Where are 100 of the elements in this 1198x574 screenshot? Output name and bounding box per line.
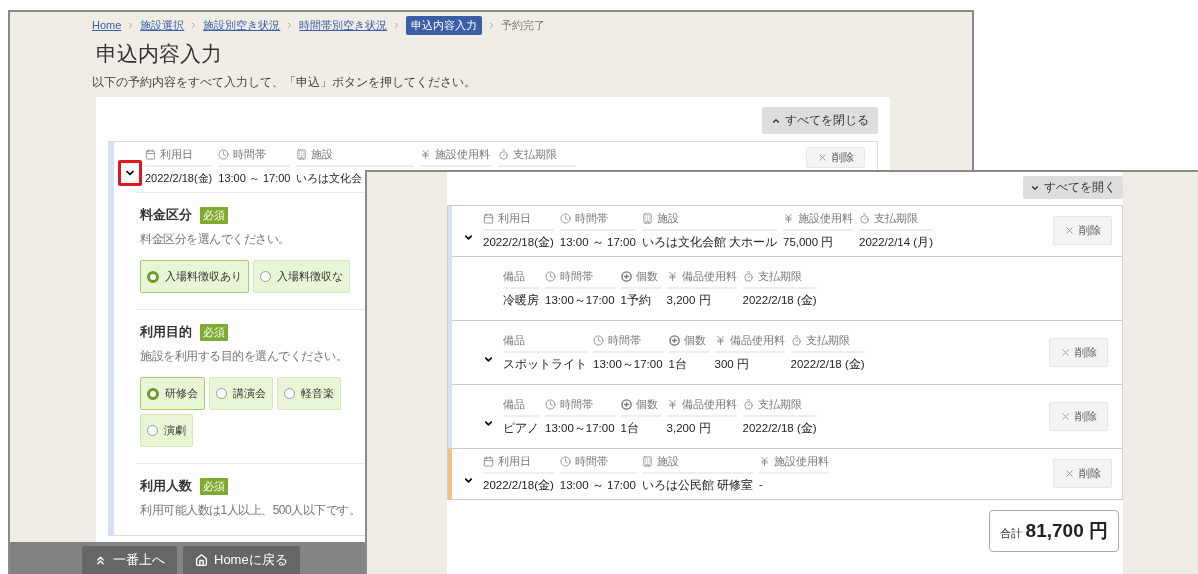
- yen-icon: [759, 456, 770, 467]
- field-label: 時間帯: [218, 147, 291, 167]
- radio-option[interactable]: 入場料徴収あり: [140, 260, 249, 293]
- calendar-icon: [145, 149, 156, 160]
- required-badge: 必須: [200, 324, 228, 341]
- field-value: 13:00～17:00: [545, 421, 615, 436]
- clock-icon: [593, 335, 604, 346]
- plus-circle-icon: [620, 399, 632, 410]
- field-value: いろは公民館 研修室: [641, 478, 753, 493]
- clock-icon: [545, 399, 556, 410]
- field-label: 備品使用料: [666, 269, 737, 289]
- field-label: 支払期限: [859, 211, 933, 231]
- clock-icon: [559, 213, 571, 224]
- field-label: 支払期限: [790, 333, 865, 353]
- yen-icon: [714, 335, 726, 346]
- expand-button[interactable]: [118, 160, 142, 186]
- close-icon: [1064, 468, 1075, 479]
- section-hint: 施設を利用する目的を選んでください。: [140, 348, 347, 365]
- yen-icon: [783, 213, 794, 224]
- delete-button[interactable]: 削除: [1053, 459, 1112, 488]
- section-title: 料金区分: [140, 207, 192, 224]
- breadcrumb-link[interactable]: 時間帯別空き状況: [299, 17, 388, 33]
- field-label: 時間帯: [545, 269, 615, 289]
- delete-button[interactable]: 削除: [1049, 402, 1108, 431]
- field-label: 施設: [641, 454, 753, 474]
- yen-icon: [666, 399, 678, 410]
- field-label: 支払期限: [498, 147, 577, 167]
- building-icon: [296, 149, 308, 160]
- field-label: 備品使用料: [666, 397, 737, 417]
- field-label: 施設使用料: [783, 211, 853, 231]
- field-value: スポットライト: [503, 357, 587, 372]
- radio-option[interactable]: 研修会: [140, 377, 205, 410]
- timer-icon: [859, 213, 870, 224]
- field-label: 時間帯: [545, 397, 615, 417]
- section-title: 利用目的: [140, 324, 192, 341]
- field-label: 施設: [296, 147, 415, 167]
- close-icon: [1064, 225, 1075, 236]
- close-icon: [817, 152, 828, 163]
- breadcrumb-link[interactable]: 施設別空き状況: [203, 17, 281, 33]
- field-label: 個数: [620, 269, 661, 289]
- collapse-all-button[interactable]: すべてを閉じる: [762, 107, 878, 134]
- field-value: 13:00 ～ 17:00: [559, 235, 636, 250]
- breadcrumb-link[interactable]: 施設選択: [140, 17, 185, 33]
- page-title: 申込内容入力: [96, 41, 223, 67]
- section-hint: 料金区分を選んでください。: [140, 231, 290, 248]
- required-badge: 必須: [200, 207, 228, 224]
- field-label: 施設使用料: [420, 147, 493, 167]
- field-label: 支払期限: [742, 269, 817, 289]
- field-label: 備品: [503, 333, 587, 353]
- section-hint: 利用可能人数は1人以上、500人以下です。: [140, 502, 361, 519]
- expand-all-button[interactable]: すべてを開く: [1023, 176, 1123, 199]
- clock-icon: [559, 456, 571, 467]
- timer-icon: [742, 399, 754, 410]
- field-value: 3,200 円: [666, 293, 711, 308]
- timer-icon: [790, 335, 802, 346]
- field-label: 時間帯: [593, 333, 663, 353]
- radio-option[interactable]: 講演会: [209, 377, 273, 410]
- field-value: 2022/2/18 (金): [742, 421, 817, 436]
- timer-icon: [742, 271, 754, 282]
- radio-option[interactable]: 演劇: [140, 414, 193, 447]
- building-icon: [641, 456, 653, 467]
- field-label: 時間帯: [559, 211, 636, 231]
- delete-button[interactable]: 削除: [1049, 338, 1108, 367]
- field-value: 冷暖房: [503, 293, 539, 308]
- calendar-icon: [483, 456, 494, 467]
- delete-button[interactable]: 削除: [806, 147, 865, 168]
- field-label: 備品: [503, 269, 539, 289]
- field-value: 13:00～17:00: [545, 293, 615, 308]
- back-to-top-button[interactable]: 一番上へ: [82, 546, 177, 574]
- field-label: 時間帯: [559, 454, 636, 474]
- field-label: 備品使用料: [714, 333, 785, 353]
- field-value: 2022/2/14 (月): [859, 235, 933, 250]
- yen-icon: [420, 149, 432, 160]
- field-value: 13:00 ～ 17:00: [559, 478, 636, 493]
- current-step-label: 申込内容入力: [406, 15, 483, 35]
- field-value: 75,000 円: [783, 235, 834, 250]
- field-value: いろは文化会: [296, 171, 363, 186]
- clock-icon: [218, 149, 230, 160]
- home-icon: [195, 553, 208, 567]
- field-value: 2022/2/18(金): [145, 171, 213, 186]
- close-icon: [1060, 347, 1071, 358]
- total-label: 合計: [999, 526, 1022, 541]
- required-badge: 必須: [200, 478, 228, 495]
- plus-circle-icon: [668, 335, 680, 346]
- field-value: 13:00～17:00: [593, 357, 663, 372]
- radio-option[interactable]: 軽音楽: [277, 377, 341, 410]
- home-button[interactable]: Homeに戻る: [183, 546, 300, 574]
- page-description: 以下の予約内容をすべて入力して、「申込」ボタンを押してください。: [92, 74, 477, 91]
- radio-option[interactable]: 入場料徴収な: [253, 260, 350, 293]
- field-value: 1予約: [620, 293, 651, 308]
- field-value: 2022/2/18 (金): [742, 293, 817, 308]
- calendar-icon: [483, 213, 494, 224]
- yen-icon: [666, 271, 678, 282]
- breadcrumb-link[interactable]: Home: [92, 19, 122, 31]
- delete-button[interactable]: 削除: [1053, 216, 1112, 245]
- timer-icon: [498, 149, 510, 160]
- field-value: ピアノ: [503, 421, 539, 436]
- field-value: -: [759, 478, 763, 492]
- field-label: 利用日: [145, 147, 213, 167]
- total-amount: 81,700 円: [1025, 519, 1108, 543]
